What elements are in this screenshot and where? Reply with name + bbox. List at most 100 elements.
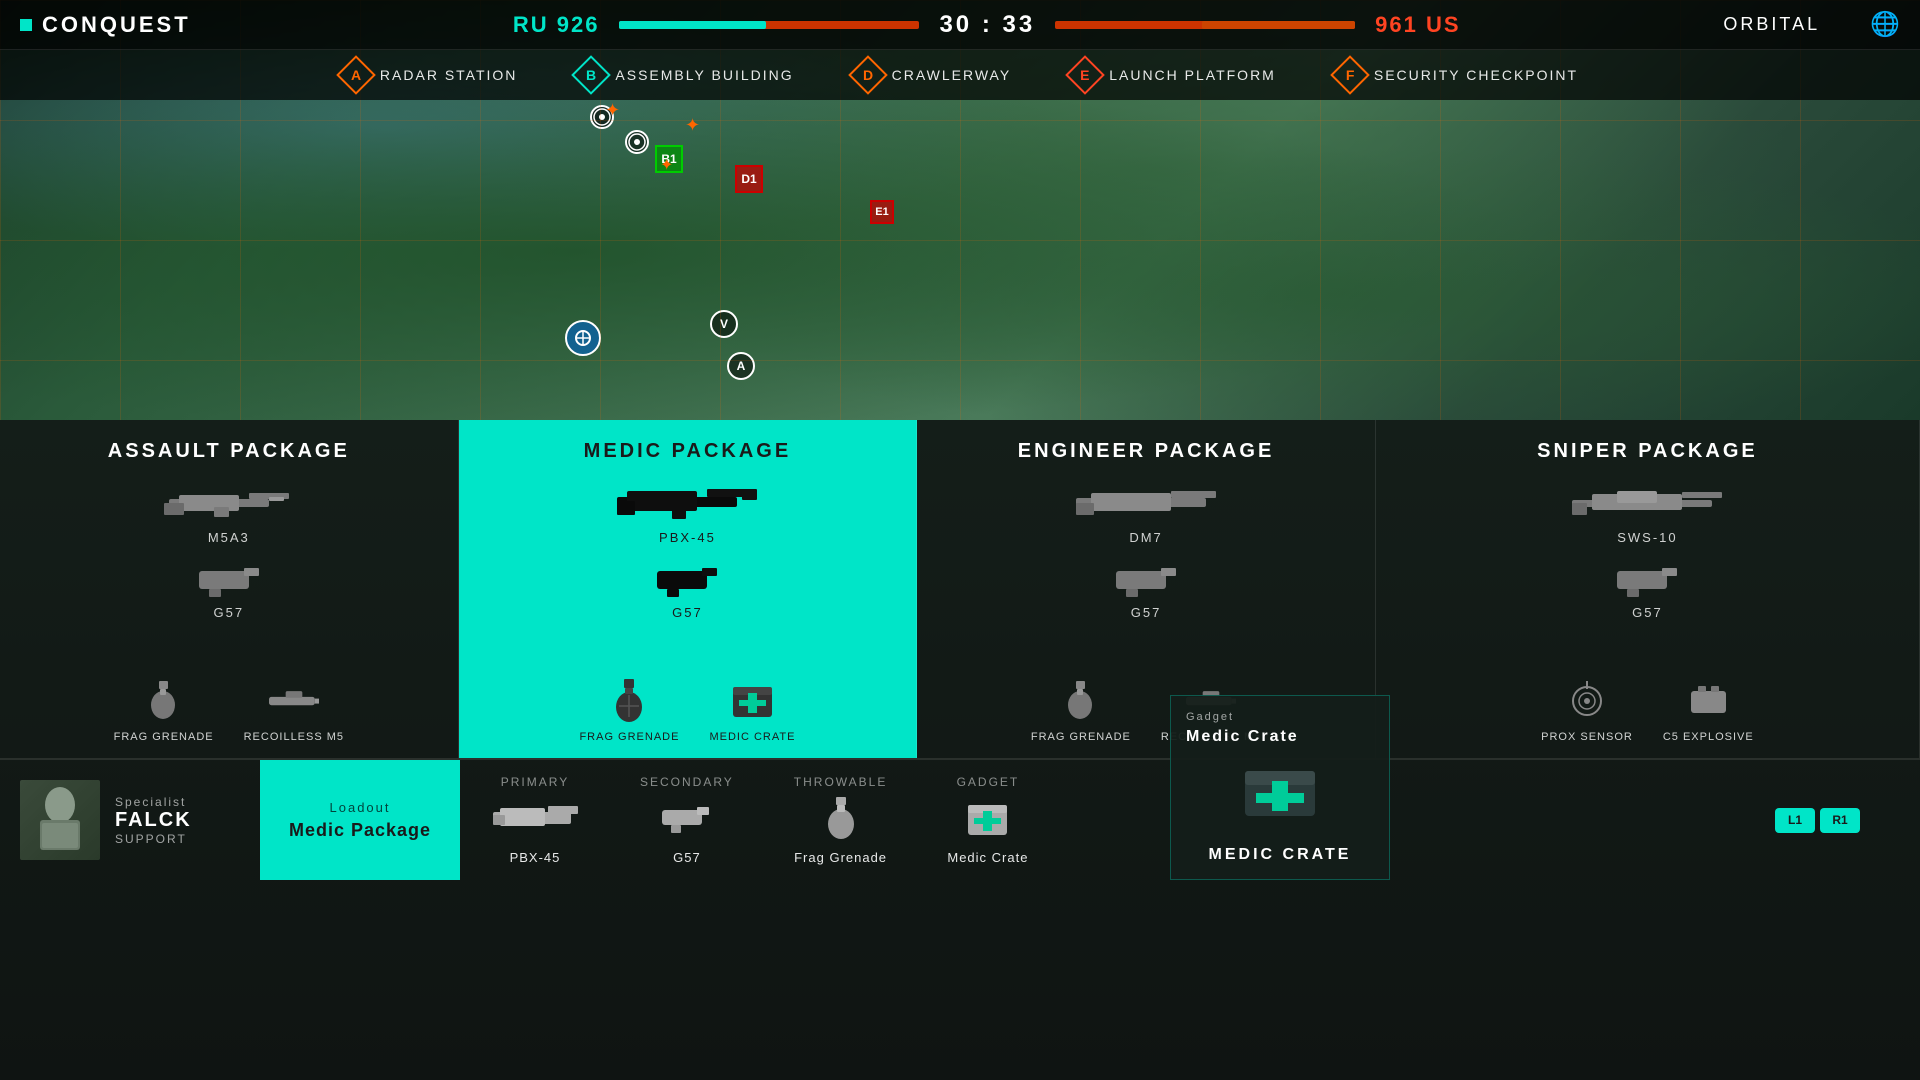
objective-badge-a: A xyxy=(336,55,376,95)
engineer-frag-icon xyxy=(1056,676,1106,726)
throwable-label: Throwable xyxy=(794,775,888,789)
gadget-slot: Gadget Medic Crate xyxy=(947,775,1028,865)
packages-row: ASSAULT PACKAGE M5A3 xyxy=(0,420,1920,760)
tooltip-category: Gadget xyxy=(1186,711,1374,723)
frag-grenade-icon xyxy=(139,676,189,726)
assault-gadget2-name: RECOILLESS M5 xyxy=(244,731,344,743)
specialist-role-label: Specialist xyxy=(115,795,192,809)
medic-secondary-icon xyxy=(652,553,722,603)
medic-gadget2: MEDIC CRATE xyxy=(709,676,795,743)
sniper-gadget2-name: C5 EXPLOSIVE xyxy=(1663,731,1754,743)
assault-package-title: ASSAULT PACKAGE xyxy=(108,440,350,463)
assault-primary-name: M5A3 xyxy=(208,530,250,545)
prox-sensor-icon xyxy=(1562,676,1612,726)
map-marker-2 xyxy=(625,130,649,154)
medic-crate-icon xyxy=(727,676,777,726)
engineer-primary-row: DM7 xyxy=(932,478,1360,545)
specialist-info: Specialist FALCK SUPPORT xyxy=(0,780,260,860)
medic-secondary-name: G57 xyxy=(672,605,703,620)
medic-gadget1: FRAG GRENADE xyxy=(579,676,679,743)
mode-label: CONQUEST xyxy=(0,12,280,38)
assault-secondary-row: G57 xyxy=(15,553,443,620)
objective-label-f: SECURITY CHECKPOINT xyxy=(1374,67,1578,83)
top-bar: CONQUEST RU 926 30 : 33 961 US ORBITAL 🌐 xyxy=(0,0,1920,50)
tooltip-image xyxy=(1186,756,1374,836)
us-score-bar xyxy=(1055,21,1355,29)
medic-secondary-row: G57 xyxy=(474,553,902,620)
lb-rb-buttons: L1 R1 xyxy=(1775,808,1890,833)
sniper-gadget2: C5 EXPLOSIVE xyxy=(1663,676,1754,743)
medic-package[interactable]: MEDIC PACKAGE PBX-45 xyxy=(459,420,918,758)
sniper-primary-row: SWS-10 xyxy=(1391,478,1904,545)
medic-gadgets: FRAG GRENADE MEDIC CRATE xyxy=(579,676,795,748)
assault-primary-icon xyxy=(159,478,299,528)
tooltip-subtitle: MEDIC CRATE xyxy=(1186,846,1374,864)
sniper-secondary-row: G57 xyxy=(1391,553,1904,620)
objective-b[interactable]: B ASSEMBLY BUILDING xyxy=(577,61,793,89)
gadget-item-name: Medic Crate xyxy=(947,850,1028,865)
engineer-primary-icon xyxy=(1071,478,1221,528)
assault-secondary-icon xyxy=(194,553,264,603)
loadout-section[interactable]: Loadout Medic Package xyxy=(260,760,460,880)
capture-point-d1: D1 xyxy=(735,165,763,193)
map-name: ORBITAL xyxy=(1693,14,1850,35)
sniper-package[interactable]: SNIPER PACKAGE SWS-10 xyxy=(1376,420,1920,758)
sniper-primary-name: SWS-10 xyxy=(1617,530,1677,545)
secondary-label: SECONDARY xyxy=(640,775,734,789)
throwable-icon xyxy=(821,797,861,842)
loadout-label: Loadout xyxy=(330,800,391,815)
assault-package[interactable]: ASSAULT PACKAGE M5A3 xyxy=(0,420,459,758)
assault-gadget2: RECOILLESS M5 xyxy=(244,676,344,743)
throwable-slot: Throwable Frag Grenade xyxy=(794,775,888,865)
status-dot xyxy=(20,19,32,31)
map-marker-1 xyxy=(590,105,614,129)
recoilless-icon xyxy=(269,676,319,726)
objective-a[interactable]: A RADAR STATION xyxy=(342,61,518,89)
specialist-name: FALCK xyxy=(115,809,192,832)
c5-explosive-icon xyxy=(1683,676,1733,726)
globe-icon: 🌐 xyxy=(1850,10,1920,39)
score-progress-fill xyxy=(619,21,766,29)
medic-primary-row: PBX-45 xyxy=(474,478,902,545)
engineer-secondary-row: G57 xyxy=(932,553,1360,620)
us-score: 961 US xyxy=(1375,12,1460,38)
engineer-secondary-name: G57 xyxy=(1131,605,1162,620)
throwable-name: Frag Grenade xyxy=(794,850,887,865)
primary-weapon-name: PBX-45 xyxy=(510,850,561,865)
objective-badge-f: F xyxy=(1330,55,1370,95)
medic-package-title: MEDIC PACKAGE xyxy=(584,440,792,463)
rb-button[interactable]: R1 xyxy=(1820,808,1860,833)
capture-point-a: A xyxy=(727,352,755,380)
secondary-weapon-icon xyxy=(659,797,714,842)
ru-score: RU 926 xyxy=(513,12,600,38)
objective-label-e: LAUNCH PLATFORM xyxy=(1109,67,1276,83)
sniper-gadgets: PROX SENSOR C5 EXPLOSIVE xyxy=(1541,676,1754,748)
medic-gadget2-name: MEDIC CRATE xyxy=(709,731,795,743)
loadout-value: Medic Package xyxy=(289,820,431,841)
squad-marker-2: ✦ xyxy=(685,115,700,136)
player-marker xyxy=(565,320,601,356)
medic-primary-icon xyxy=(612,478,762,528)
squad-marker-3: ✦ xyxy=(660,155,673,175)
assault-gadget1-name: FRAG GRENADE xyxy=(114,731,214,743)
lb-button[interactable]: L1 xyxy=(1775,808,1815,833)
sniper-secondary-icon xyxy=(1612,553,1682,603)
objective-e[interactable]: E LAUNCH PLATFORM xyxy=(1071,61,1276,89)
sniper-gadget1-name: PROX SENSOR xyxy=(1541,731,1633,743)
objective-badge-e: E xyxy=(1065,55,1105,95)
engineer-gadget1-name: FRAG GRENADE xyxy=(1031,731,1131,743)
medic-frag-icon xyxy=(604,676,654,726)
objective-d[interactable]: D CRAWLERWAY xyxy=(854,61,1012,89)
sniper-package-title: SNIPER PACKAGE xyxy=(1537,440,1758,463)
sniper-gadget1: PROX SENSOR xyxy=(1541,676,1633,743)
specialist-avatar xyxy=(20,780,100,860)
assault-primary-row: M5A3 xyxy=(15,478,443,545)
specialist-class: SUPPORT xyxy=(115,832,192,846)
score-progress-bar xyxy=(619,21,919,29)
objective-label-b: ASSEMBLY BUILDING xyxy=(615,67,793,83)
objective-f[interactable]: F SECURITY CHECKPOINT xyxy=(1336,61,1578,89)
objectives-bar: A RADAR STATION B ASSEMBLY BUILDING D CR… xyxy=(0,50,1920,100)
capture-point-b: B1 xyxy=(655,145,683,173)
objective-label-a: RADAR STATION xyxy=(380,67,518,83)
secondary-slot: SECONDARY G57 xyxy=(640,775,734,865)
